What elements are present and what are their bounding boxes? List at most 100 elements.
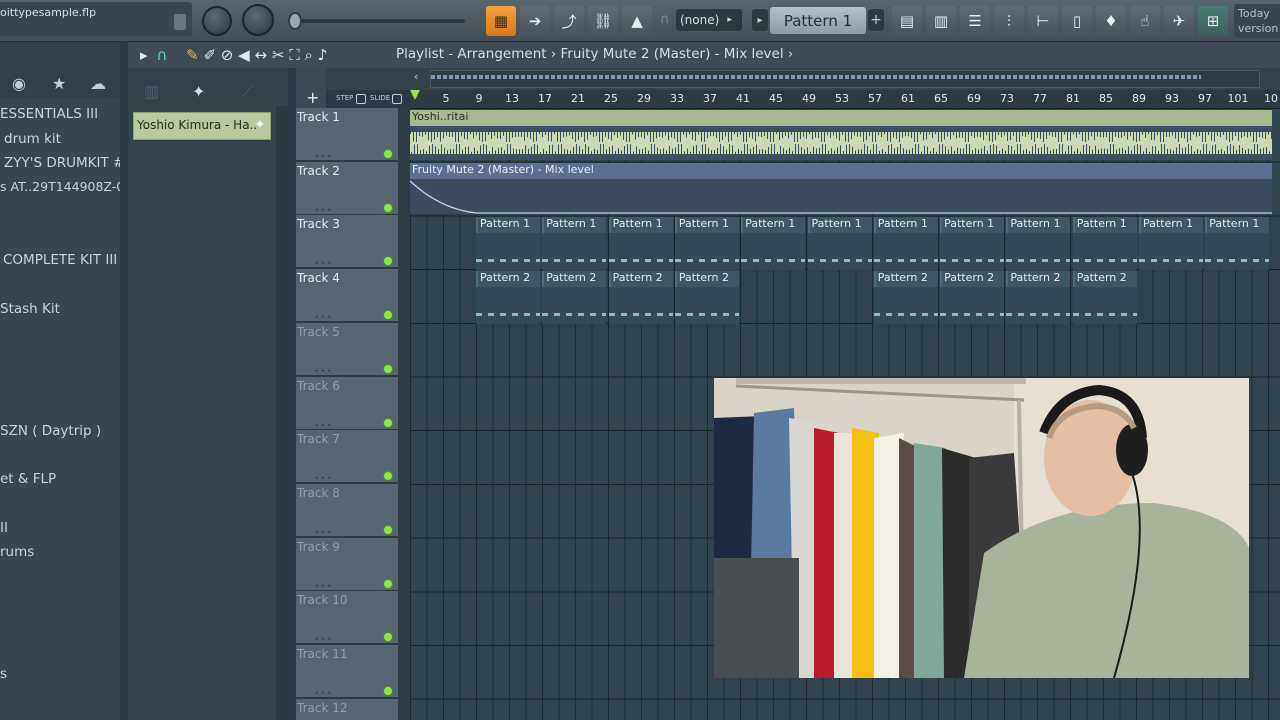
pattern-clip-body[interactable]	[1072, 287, 1137, 324]
track-grip-icon[interactable]: •••	[314, 152, 333, 162]
track-mute-led[interactable]	[383, 363, 393, 374]
scroll-left-icon[interactable]: ‹	[414, 70, 418, 83]
pattern-clip-body[interactable]	[741, 233, 806, 270]
magnet-icon[interactable]: ∩	[156, 46, 167, 64]
paint-icon[interactable]: ✐	[203, 46, 216, 64]
track-header[interactable]: Track 11 •••	[296, 645, 398, 699]
select-icon[interactable]: ⛶	[289, 46, 300, 64]
audio-clip-body[interactable]	[410, 126, 1273, 160]
playhead-marker[interactable]	[410, 90, 420, 100]
lock-icon[interactable]	[174, 14, 186, 30]
audio-tab-icon[interactable]: ✦	[192, 82, 205, 101]
slide-checkbox[interactable]	[392, 94, 402, 104]
track-mute-led[interactable]	[383, 202, 393, 213]
step-checkbox[interactable]	[356, 94, 366, 104]
pattern-clip[interactable]: Pattern 2	[1072, 271, 1137, 287]
track-header[interactable]: Track 5 •••	[296, 322, 398, 377]
step-edit-arrow-button[interactable]: ➔	[520, 6, 550, 36]
pattern-clip[interactable]: Pattern 1	[940, 217, 1005, 233]
browser-item[interactable]: rums	[0, 544, 34, 560]
playback-icon[interactable]: ♪	[318, 46, 328, 64]
track-mute-led[interactable]	[383, 578, 393, 589]
track-header[interactable]: Track 6 •••	[296, 376, 398, 431]
add-pattern-button[interactable]: +	[868, 9, 884, 31]
pattern-clip-body[interactable]	[1139, 233, 1203, 270]
pattern-clip[interactable]: Pattern 1	[1072, 217, 1137, 233]
add-track-button[interactable]: +	[306, 88, 319, 107]
pattern-clip-body[interactable]	[940, 287, 1005, 324]
play-arrow-icon[interactable]: ▸	[140, 46, 148, 64]
pattern-clip[interactable]: Pattern 1	[807, 217, 872, 233]
slice-icon[interactable]: ✂	[272, 46, 285, 64]
pattern-filter-select[interactable]: (none) ▸	[676, 9, 742, 31]
playlist-overview[interactable]	[430, 70, 1260, 88]
track-header[interactable]: Track 2 •••	[296, 161, 398, 216]
pattern-clip[interactable]: Pattern 1	[1205, 217, 1270, 233]
pattern-clip[interactable]: Pattern 1	[873, 217, 938, 233]
pattern-clip-body[interactable]	[674, 233, 739, 270]
panel-splitter[interactable]	[120, 42, 128, 720]
pattern-clip-body[interactable]	[1205, 233, 1270, 270]
pattern-clip[interactable]: Pattern 1	[1006, 217, 1071, 233]
picker-audio-clip[interactable]: Yoshio Kimura - Ha..	[133, 112, 271, 140]
delete-icon[interactable]: ⊘	[221, 46, 234, 64]
pattern-clip[interactable]: Pattern 1	[1139, 217, 1203, 233]
track-header[interactable]: Track 1 •••	[296, 108, 398, 162]
pattern-tab-icon[interactable]: ▥	[144, 82, 159, 101]
track-header[interactable]: Track 10 •••	[296, 591, 398, 645]
pattern-clip-body[interactable]	[476, 287, 540, 324]
track-grip-icon[interactable]: •••	[314, 421, 333, 431]
pattern-clip[interactable]: Pattern 1	[476, 217, 540, 233]
pattern-clip[interactable]: Pattern 2	[1006, 271, 1071, 287]
mixer-icon[interactable]: ⫶	[994, 6, 1024, 36]
pattern-clip-body[interactable]	[608, 287, 673, 324]
pattern-clip[interactable]: Pattern 1	[741, 217, 806, 233]
track-header[interactable]: Track 4 •••	[296, 269, 398, 323]
time-ruler[interactable]: 5 9 13 17 21 25 29 33 37 41 45 49 53 57 61 65 69 73 77 81 85…	[410, 90, 1280, 108]
pitch-slider-thumb[interactable]	[288, 12, 302, 30]
track-header[interactable]: Track 8 •••	[296, 483, 398, 538]
touch-icon[interactable]: ☝	[1130, 6, 1160, 36]
playlist-icon[interactable]: ▤	[892, 6, 922, 36]
pattern-clip-body[interactable]	[476, 233, 540, 270]
pattern-song-mode-button[interactable]: ▦	[486, 6, 516, 36]
slip-icon[interactable]: ↔	[254, 46, 267, 64]
browser-tree-icon[interactable]: ⊢	[1028, 6, 1058, 36]
pitch-slider[interactable]	[295, 19, 465, 23]
browser-item[interactable]: s	[0, 666, 7, 682]
pattern-clip-body[interactable]	[807, 233, 872, 270]
track-grip-icon[interactable]: •••	[314, 474, 333, 484]
pattern-clip[interactable]: Pattern 1	[608, 217, 673, 233]
track-grip-icon[interactable]: •••	[314, 259, 333, 269]
track-mute-led[interactable]	[383, 632, 393, 643]
plugin-db-icon[interactable]: ◉	[12, 74, 26, 93]
automation-tab-icon[interactable]: ⟋	[242, 82, 253, 102]
track-mute-led[interactable]	[383, 471, 393, 482]
picker-scrollbar[interactable]	[276, 106, 288, 720]
mute-icon[interactable]: ◀	[238, 46, 250, 64]
piano-roll-icon[interactable]: ▥	[926, 6, 956, 36]
track-grip-icon[interactable]: •••	[314, 367, 333, 377]
pattern-clip[interactable]: Pattern 2	[873, 271, 938, 287]
pattern-clip-body[interactable]	[873, 233, 938, 270]
pattern-clip[interactable]: Pattern 2	[608, 271, 673, 287]
browser-item[interactable]: ZYY'S DRUMKIT #2	[4, 155, 133, 171]
browser-item[interactable]: ESSENTIALS III	[0, 106, 98, 122]
track-grip-icon[interactable]: •••	[314, 313, 333, 323]
slide-icon[interactable]: ⤴	[554, 6, 584, 36]
pattern-clip[interactable]: Pattern 1	[674, 217, 739, 233]
cloud-icon[interactable]: ☁	[90, 74, 106, 93]
prev-pattern-button[interactable]: ▸	[752, 9, 768, 31]
help-icon[interactable]: ✈	[1164, 6, 1194, 36]
track-mute-led[interactable]	[383, 149, 393, 159]
channel-rack-icon[interactable]: ☰	[960, 6, 990, 36]
track-mute-led[interactable]	[383, 256, 393, 267]
track-grip-icon[interactable]: •••	[314, 635, 333, 645]
pattern-clip-body[interactable]	[1006, 287, 1071, 324]
master-volume-knob[interactable]	[202, 6, 232, 36]
pencil-icon[interactable]: ✎	[186, 46, 199, 64]
browser-item[interactable]: COMPLETE KIT III	[3, 252, 117, 268]
pattern-clip[interactable]: Pattern 2	[476, 271, 540, 287]
track-header[interactable]: Track 12•••	[296, 698, 398, 720]
pattern-clip[interactable]: Pattern 2	[674, 271, 739, 287]
